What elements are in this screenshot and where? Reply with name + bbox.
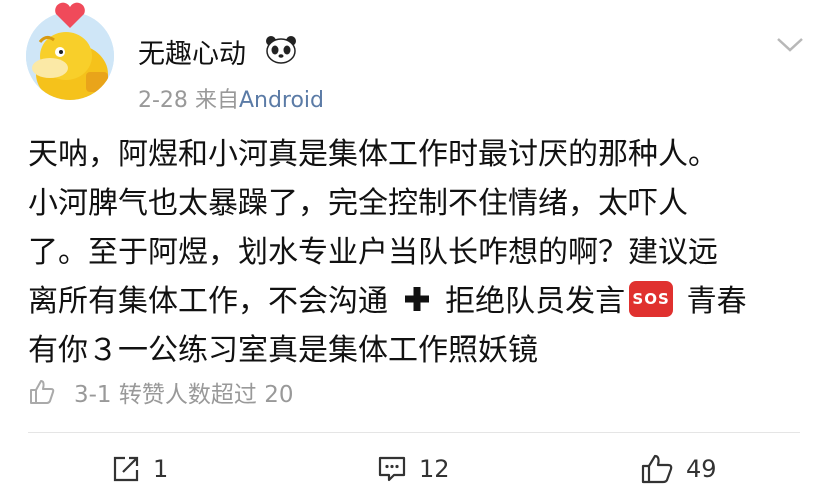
thumbs-up-icon bbox=[641, 454, 673, 484]
repost-count: 1 bbox=[153, 455, 169, 483]
comment-count: 12 bbox=[419, 455, 450, 483]
post-text-segment: 拒绝队员发言 bbox=[445, 284, 626, 319]
post-line: 有你３一公练习室真是集体工作照妖镜 bbox=[28, 333, 538, 368]
divider bbox=[28, 432, 800, 433]
panda-emoji-icon bbox=[266, 36, 296, 64]
liked-by-row[interactable]: 3-1 转赞人数超过 20 bbox=[28, 374, 293, 410]
post-body: 天呐，阿煜和小河真是集体工作时最讨厌的那种人。 小河脾气也太暴躁了，完全控制不住… bbox=[28, 130, 806, 375]
liked-by-text: 3-1 转赞人数超过 20 bbox=[74, 382, 294, 408]
post-date: 2-28 bbox=[138, 88, 188, 113]
heavy-plus-icon bbox=[404, 286, 429, 311]
comment-button[interactable]: 12 bbox=[377, 450, 450, 488]
post-meta: 2-28 来自Android bbox=[138, 82, 324, 114]
like-count: 49 bbox=[686, 455, 717, 483]
sos-emoji-icon: SOS bbox=[629, 280, 674, 317]
like-button[interactable]: 49 bbox=[640, 450, 717, 488]
topic-text-segment[interactable]: 青春 bbox=[687, 284, 747, 319]
chevron-down-icon[interactable] bbox=[775, 34, 805, 54]
source-link[interactable]: Android bbox=[239, 88, 324, 113]
post-line: 天呐，阿煜和小河真是集体工作时最讨厌的那种人。 bbox=[28, 137, 718, 172]
post-line: 小河脾气也太暴躁了，完全控制不住情绪，太吓人 bbox=[28, 186, 688, 221]
repost-button[interactable]: 1 bbox=[111, 450, 168, 488]
post-line-with-emoji: 离所有集体工作，不会沟通 拒绝队员发言 SOS 青春 bbox=[28, 277, 806, 326]
heart-badge-icon bbox=[55, 2, 85, 29]
post-line: 了。至于阿煜，划水专业户当队长咋想的啊？建议远 bbox=[28, 235, 718, 270]
comment-icon bbox=[378, 456, 406, 482]
source-prefix: 来自 bbox=[194, 88, 239, 113]
post-text-segment: 离所有集体工作，不会沟通 bbox=[28, 284, 388, 319]
username[interactable]: 无趣心动 bbox=[138, 32, 246, 71]
thumbs-up-icon bbox=[30, 380, 55, 404]
repost-icon bbox=[113, 456, 139, 482]
